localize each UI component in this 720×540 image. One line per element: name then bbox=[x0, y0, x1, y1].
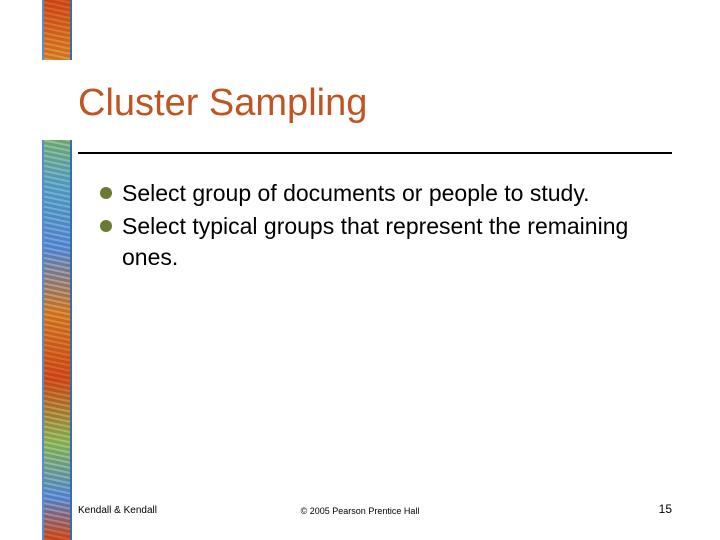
footer-copyright: © 2005 Pearson Prentice Hall bbox=[0, 506, 720, 516]
slide-body: Select group of documents or people to s… bbox=[100, 178, 668, 275]
bullet-icon bbox=[100, 187, 112, 199]
bullet-text: Select typical groups that represent the… bbox=[122, 211, 668, 273]
list-item: Select typical groups that represent the… bbox=[100, 211, 668, 273]
title-underline bbox=[78, 152, 672, 154]
list-item: Select group of documents or people to s… bbox=[100, 178, 668, 209]
slide-title: Cluster Sampling bbox=[78, 82, 367, 125]
footer-page-number: 15 bbox=[659, 502, 672, 516]
bullet-text: Select group of documents or people to s… bbox=[122, 178, 590, 209]
bullet-icon bbox=[100, 220, 112, 232]
